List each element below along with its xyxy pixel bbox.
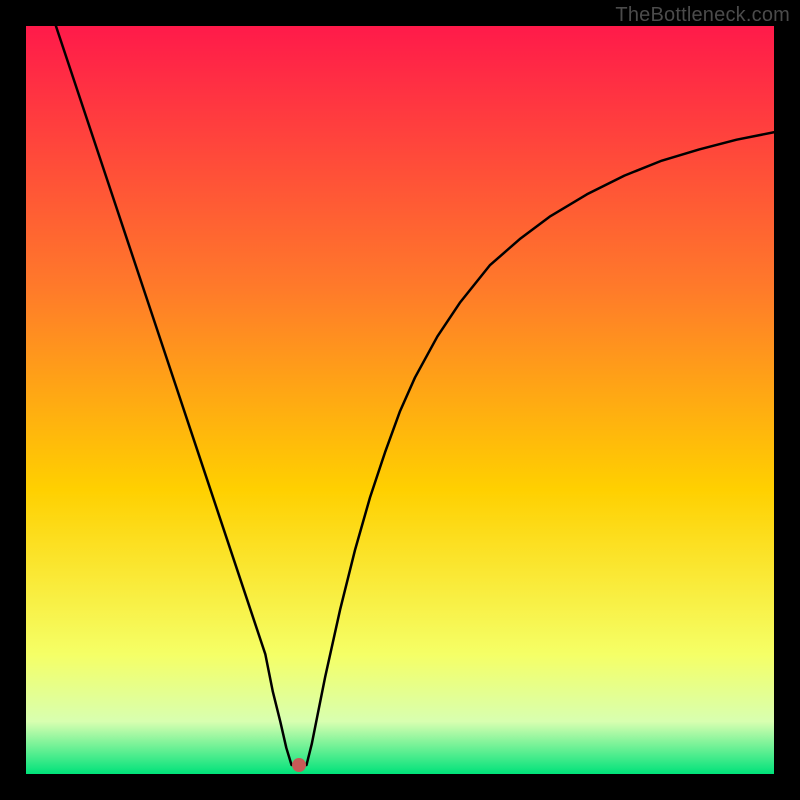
chart-svg [26, 26, 774, 774]
chart-frame: TheBottleneck.com [0, 0, 800, 800]
gradient-background [26, 26, 774, 774]
watermark-text: TheBottleneck.com [615, 4, 790, 27]
plot-area [26, 26, 774, 774]
minimum-marker-dot [292, 758, 306, 772]
